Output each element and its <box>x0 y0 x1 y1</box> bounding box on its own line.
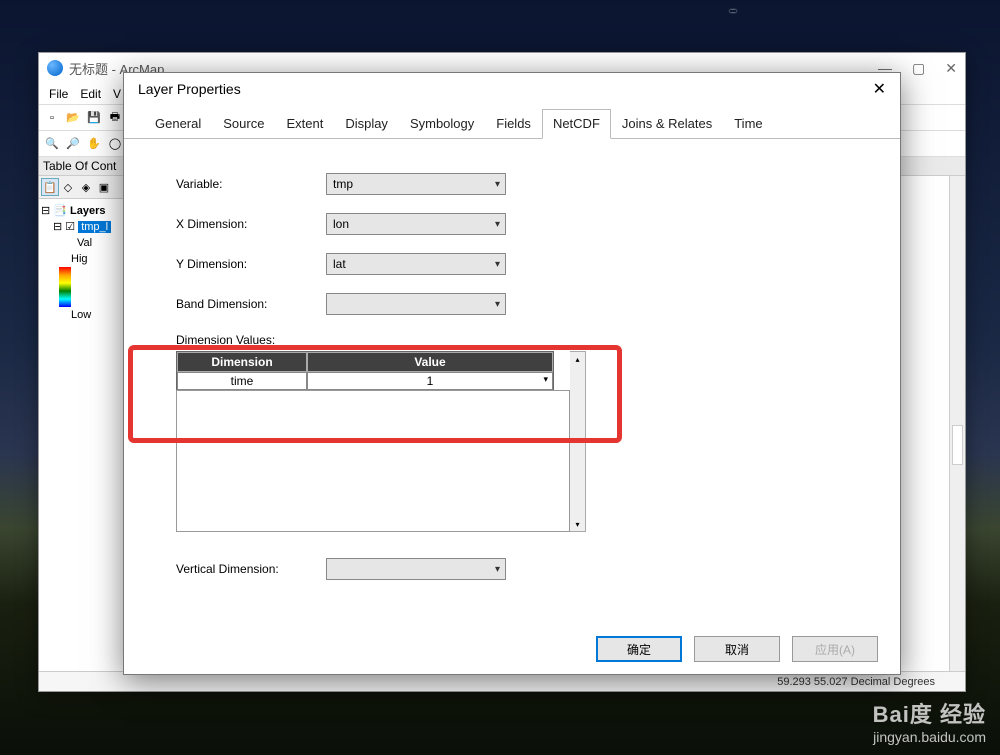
tab-extent[interactable]: Extent <box>275 109 334 139</box>
apply-button[interactable]: 应用(A) <box>792 636 878 662</box>
map-vertical-scrollbar[interactable] <box>949 176 965 674</box>
tab-time[interactable]: Time <box>723 109 773 139</box>
tab-symbology[interactable]: Symbology <box>399 109 485 139</box>
dim-cell-dimension[interactable]: time <box>177 372 307 390</box>
zoom-out-icon[interactable]: 🔎 <box>64 135 82 153</box>
list-by-selection-icon[interactable]: ▣ <box>95 178 113 196</box>
cancel-button[interactable]: 取消 <box>694 636 780 662</box>
zoom-in-icon[interactable]: 🔍 <box>43 135 61 153</box>
list-by-visibility-icon[interactable]: ◈ <box>77 178 95 196</box>
dimension-values-label: Dimension Values: <box>176 333 860 347</box>
tab-fields[interactable]: Fields <box>485 109 542 139</box>
y-dimension-label: Y Dimension: <box>176 257 326 271</box>
print-icon[interactable]: 🖶 <box>106 109 124 127</box>
tab-source[interactable]: Source <box>212 109 275 139</box>
tab-general[interactable]: General <box>144 109 212 139</box>
new-doc-icon[interactable]: ▫ <box>43 109 61 127</box>
close-button[interactable]: ✕ <box>945 60 957 77</box>
dialog-footer: 确定 取消 应用(A) <box>596 636 878 662</box>
arcmap-logo-icon <box>47 60 63 76</box>
value-label: Val <box>41 235 136 251</box>
tab-netcdf[interactable]: NetCDF <box>542 109 611 139</box>
pan-icon[interactable]: ✋ <box>85 135 103 153</box>
tab-joins-relates[interactable]: Joins & Relates <box>611 109 723 139</box>
full-extent-icon[interactable]: ◯ <box>106 135 124 153</box>
dimension-values-listbox[interactable] <box>176 390 570 532</box>
variable-label: Variable: <box>176 177 326 191</box>
vertical-dimension-label: Vertical Dimension: <box>176 562 326 576</box>
color-ramp <box>59 267 71 307</box>
layers-root[interactable]: Layers <box>70 205 105 217</box>
list-by-drawing-icon[interactable]: 📋 <box>41 178 59 196</box>
dimension-values-table[interactable]: Dimension Value time 1 <box>176 351 554 391</box>
tab-display[interactable]: Display <box>334 109 399 139</box>
layer-node-tmp[interactable]: tmp_l <box>78 221 111 233</box>
dialog-body: Variable: tmp X Dimension: lon Y Dimensi… <box>124 139 900 624</box>
menu-edit[interactable]: Edit <box>80 87 101 101</box>
vertical-dimension-combo[interactable] <box>326 558 506 580</box>
x-dimension-label: X Dimension: <box>176 217 326 231</box>
dialog-title: Layer Properties <box>138 81 241 97</box>
low-label: Low <box>41 307 136 323</box>
scroll-down-icon[interactable]: ▾ <box>570 517 585 531</box>
x-dimension-combo[interactable]: lon <box>326 213 506 235</box>
maximize-button[interactable]: ▢ <box>912 60 925 77</box>
dim-table-scrollbar[interactable]: ▴ ▾ <box>570 351 586 532</box>
band-dimension-combo[interactable] <box>326 293 506 315</box>
dim-header-value: Value <box>307 352 553 372</box>
menu-file[interactable]: File <box>49 87 68 101</box>
dialog-tabstrip: General Source Extent Display Symbology … <box>124 105 900 139</box>
variable-combo[interactable]: tmp <box>326 173 506 195</box>
band-dimension-label: Band Dimension: <box>176 297 326 311</box>
layer-properties-dialog: Layer Properties ✕ General Source Extent… <box>123 72 901 675</box>
y-dimension-combo[interactable]: lat <box>326 253 506 275</box>
table-row: time 1 <box>177 372 553 390</box>
dialog-titlebar: Layer Properties ✕ <box>124 73 900 105</box>
ok-button[interactable]: 确定 <box>596 636 682 662</box>
scroll-up-icon[interactable]: ▴ <box>570 352 585 366</box>
list-by-source-icon[interactable]: ◇ <box>59 178 77 196</box>
menu-view[interactable]: V <box>113 87 121 101</box>
open-icon[interactable]: 📂 <box>64 109 82 127</box>
cursor-coordinates: 59.293 55.027 Decimal Degrees <box>777 676 935 688</box>
dim-cell-value[interactable]: 1 <box>307 372 553 390</box>
save-icon[interactable]: 💾 <box>85 109 103 127</box>
high-label: Hig <box>41 251 136 267</box>
dim-header-dimension: Dimension <box>177 352 307 372</box>
dialog-close-button[interactable]: ✕ <box>873 79 886 99</box>
